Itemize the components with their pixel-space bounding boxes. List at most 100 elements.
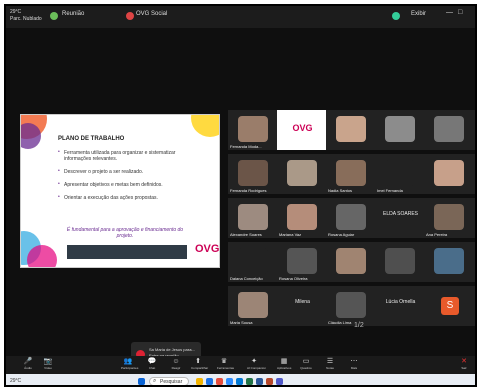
gallery-pager[interactable]: 1/2 bbox=[354, 322, 364, 329]
participant-tile[interactable] bbox=[375, 110, 426, 150]
participant-name: Rosana Aguiar bbox=[328, 232, 355, 237]
control-label: Vídeo bbox=[44, 366, 52, 370]
control-label: Sair bbox=[461, 366, 467, 370]
participant-video bbox=[336, 248, 366, 274]
participant-video bbox=[238, 204, 268, 230]
notes-button[interactable]: ☰ Notas bbox=[323, 358, 337, 370]
maximize-icon[interactable]: □ bbox=[458, 9, 462, 16]
screenshot-frame: 29°C Parc. Nublado Reunião OVG Social Ex… bbox=[4, 4, 477, 387]
decor-blob bbox=[27, 245, 57, 267]
meeting-controls: 🎤 Áudio 📷 Vídeo 👥 Participantes 💬 Chat ☺ Reagir ⬆ C… bbox=[6, 356, 475, 374]
participant-tile[interactable]: OVG bbox=[277, 110, 328, 150]
leave-icon: ✕ bbox=[461, 358, 467, 365]
react-icon: ☺ bbox=[172, 358, 180, 365]
ai-button[interactable]: ✦ AI Companion bbox=[247, 358, 267, 370]
leave-button[interactable]: ✕ Sair bbox=[457, 358, 471, 370]
participant-video bbox=[287, 160, 317, 186]
participant-tile[interactable] bbox=[277, 154, 328, 194]
participant-name: Fernanda Moda... bbox=[230, 144, 262, 149]
participant-tile[interactable]: Ana Pereira bbox=[424, 198, 475, 238]
participant-tile[interactable]: S bbox=[424, 286, 475, 326]
notification-line1: Sa Maria de Jesus pass... bbox=[149, 347, 196, 352]
participant-tile[interactable]: ELDA SOARES bbox=[375, 198, 426, 238]
slide-emphasis: É fundamental para a aprovação e financi… bbox=[66, 227, 184, 239]
chrome-icon[interactable] bbox=[216, 378, 223, 385]
participant-tile[interactable] bbox=[424, 242, 475, 282]
participant-tile[interactable]: Nadia Santos bbox=[326, 154, 377, 194]
share-button[interactable]: ⬆ Compartilhar bbox=[191, 358, 209, 370]
participant-tile[interactable]: Fernanda Rodrigues bbox=[228, 154, 279, 194]
participant-video bbox=[238, 116, 268, 142]
app-icon bbox=[50, 12, 58, 20]
participant-logo: OVG bbox=[292, 123, 313, 133]
control-label: Chat bbox=[148, 366, 156, 370]
react-button[interactable]: ☺ Reagir bbox=[169, 358, 183, 370]
participant-tile[interactable]: Lúcia Ornella bbox=[375, 286, 426, 326]
search-label: Pesquisar bbox=[160, 379, 183, 385]
participant-tile[interactable]: Daiana Conceição bbox=[228, 242, 279, 282]
participant-tile[interactable]: Mariana Vaz bbox=[277, 198, 328, 238]
participant-avatar: S bbox=[441, 297, 459, 315]
mic-button[interactable]: 🎤 Áudio bbox=[21, 358, 35, 370]
host-button[interactable]: ♛ Ferramentas bbox=[217, 358, 235, 370]
participant-video bbox=[385, 248, 415, 274]
slide-title: PLANO DE TRABALHO bbox=[58, 136, 125, 142]
taskbar-search[interactable]: ⌕ Pesquisar bbox=[149, 377, 189, 385]
participant-tile[interactable]: Rosana Aguiar bbox=[326, 198, 377, 238]
ovg-tab[interactable]: OVG Social bbox=[136, 11, 167, 17]
apps-button[interactable]: ▦ Aplicativos bbox=[277, 358, 291, 370]
windows-taskbar: 29°C ⌕ Pesquisar bbox=[6, 374, 475, 385]
participant-tile[interactable]: Cláudia Lima bbox=[326, 286, 377, 326]
control-label: Mais bbox=[350, 366, 358, 370]
participant-video bbox=[434, 116, 464, 142]
zoom-tab[interactable]: Reunião bbox=[62, 11, 84, 17]
powerpoint-icon[interactable] bbox=[266, 378, 273, 385]
participant-video bbox=[287, 204, 317, 230]
participant-video bbox=[287, 248, 317, 274]
word-icon[interactable] bbox=[256, 378, 263, 385]
chat-icon: 💬 bbox=[147, 358, 157, 365]
participant-tile[interactable]: Fernanda Moda... bbox=[228, 110, 279, 150]
control-label: AI Companion bbox=[247, 366, 267, 370]
participant-name: Ana Pereira bbox=[426, 232, 448, 237]
view-button[interactable]: Exibir bbox=[411, 11, 426, 17]
participant-tile[interactable] bbox=[326, 242, 377, 282]
whiteboard-icon: ▭ bbox=[302, 358, 310, 365]
chat-button[interactable]: 💬 Chat bbox=[145, 358, 159, 370]
mic-icon: 🎤 bbox=[23, 358, 33, 365]
meeting-stage: PLANO DE TRABALHO Ferramenta utilizada p… bbox=[6, 28, 475, 368]
participant-name: Daiana Conceição bbox=[230, 276, 263, 281]
notes-icon: ☰ bbox=[326, 358, 334, 365]
participant-tile[interactable]: Milena bbox=[277, 286, 328, 326]
participant-tile[interactable] bbox=[424, 154, 475, 194]
participants-button[interactable]: 👥 Participantes bbox=[121, 358, 138, 370]
ovg-app-icon bbox=[126, 12, 134, 20]
file-explorer-icon[interactable] bbox=[196, 378, 203, 385]
participant-tile[interactable] bbox=[375, 242, 426, 282]
participant-tile[interactable] bbox=[326, 110, 377, 150]
window-topbar: 29°C Parc. Nublado Reunião OVG Social Ex… bbox=[6, 6, 475, 28]
control-label: Ferramentas bbox=[217, 366, 235, 370]
zoom-app-icon[interactable] bbox=[226, 378, 233, 385]
minimize-icon[interactable]: — bbox=[446, 9, 453, 16]
participant-tile[interactable]: Alexandre Soares bbox=[228, 198, 279, 238]
participant-tile[interactable]: Imei Fernanda bbox=[375, 154, 426, 194]
whiteboard-button[interactable]: ▭ Quadros bbox=[299, 358, 313, 370]
more-button[interactable]: ⋯ Mais bbox=[347, 358, 361, 370]
participant-display-name: Milena bbox=[295, 299, 310, 305]
teams-icon[interactable] bbox=[276, 378, 283, 385]
participant-video bbox=[238, 292, 268, 318]
slide-bullet: Orientar a execução das ações propostas. bbox=[58, 194, 190, 201]
participant-video bbox=[336, 160, 366, 186]
excel-icon[interactable] bbox=[246, 378, 253, 385]
participant-tile[interactable] bbox=[424, 110, 475, 150]
video-button[interactable]: 📷 Vídeo bbox=[41, 358, 55, 370]
edge-icon[interactable] bbox=[206, 378, 213, 385]
control-label: Compartilhar bbox=[191, 366, 209, 370]
outlook-icon[interactable] bbox=[236, 378, 243, 385]
control-label: Notas bbox=[326, 366, 334, 370]
windows-start-icon[interactable] bbox=[138, 378, 145, 385]
participant-tile[interactable]: Rosana Oliveira bbox=[277, 242, 328, 282]
participant-name: Rosana Oliveira bbox=[279, 276, 308, 281]
participant-tile[interactable]: Maria Sousa bbox=[228, 286, 279, 326]
